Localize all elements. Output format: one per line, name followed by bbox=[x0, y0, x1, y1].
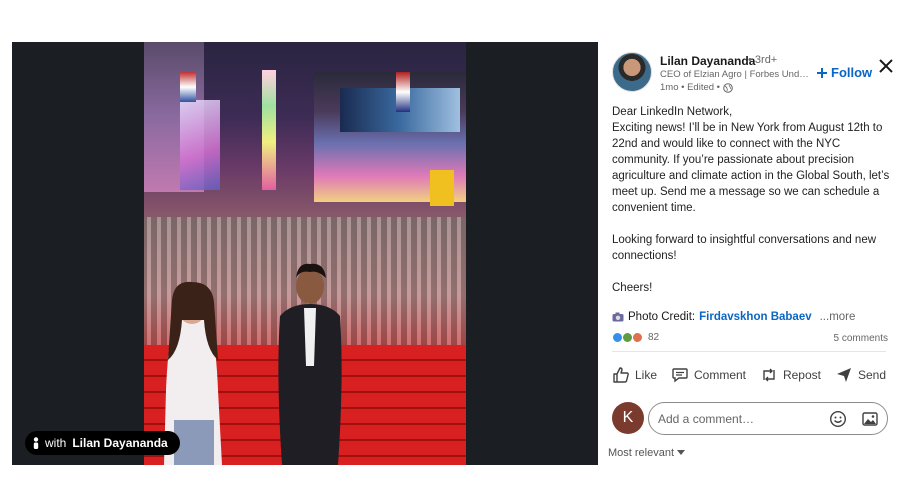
flag-left bbox=[180, 72, 196, 102]
sort-label: Most relevant bbox=[608, 447, 675, 459]
photo-credit: Photo Credit: Firdavskhon Babaev ...more bbox=[612, 311, 855, 323]
like-label: Like bbox=[635, 368, 658, 382]
comment-input[interactable]: Add a comment… bbox=[648, 402, 888, 435]
credit-name-link[interactable]: Firdavskhon Babaev bbox=[699, 311, 811, 323]
comment-icon bbox=[672, 368, 688, 383]
close-icon[interactable] bbox=[876, 56, 896, 76]
comments-count-link[interactable]: 5 comments bbox=[834, 333, 888, 344]
post-paragraph-1: Dear LinkedIn Network, Exciting news! I’… bbox=[612, 106, 890, 214]
reactions-summary[interactable]: 82 bbox=[612, 332, 659, 343]
thumbs-up-icon bbox=[613, 367, 629, 383]
billboard-yellow bbox=[430, 170, 454, 206]
comment-placeholder: Add a comment… bbox=[658, 411, 755, 426]
send-button[interactable]: Send bbox=[831, 362, 890, 388]
billboard-left-screen bbox=[180, 100, 220, 190]
person-man bbox=[278, 263, 342, 465]
tagged-people-badge[interactable]: with Lilan Dayananda bbox=[25, 431, 180, 455]
billboard-tower bbox=[262, 70, 276, 190]
emoji-icon[interactable] bbox=[829, 410, 847, 428]
like-button[interactable]: Like bbox=[608, 362, 661, 388]
connection-degree: • 3rd+ bbox=[748, 54, 778, 66]
author-name[interactable]: Lilan Dayananda bbox=[660, 54, 755, 68]
send-label: Send bbox=[857, 368, 886, 382]
media-viewer: with Lilan Dayananda bbox=[12, 42, 598, 465]
author-headline: CEO of Elzian Agro | Forbes Under 30 bbox=[660, 69, 810, 80]
tag-prefix: with bbox=[45, 436, 67, 450]
author-avatar[interactable] bbox=[612, 52, 652, 92]
post-photo[interactable] bbox=[144, 42, 466, 465]
plus-icon bbox=[817, 67, 827, 78]
action-bar: Like Comment Repost Send bbox=[608, 362, 898, 388]
flag-right bbox=[396, 72, 410, 112]
divider bbox=[612, 351, 886, 352]
see-more-link[interactable]: ...more bbox=[820, 311, 856, 323]
follow-label: Follow bbox=[831, 65, 873, 80]
credit-label: Photo Credit: bbox=[628, 311, 696, 323]
post-text: Dear LinkedIn Network, Exciting news! I’… bbox=[612, 104, 892, 312]
image-icon[interactable] bbox=[861, 410, 879, 428]
post-time: 1mo • Edited • bbox=[660, 82, 720, 93]
repost-icon bbox=[763, 368, 775, 382]
current-user-avatar: K bbox=[612, 402, 644, 434]
person-icon bbox=[33, 437, 39, 449]
tag-name: Lilan Dayananda bbox=[72, 436, 168, 450]
comment-label: Comment bbox=[693, 368, 746, 382]
sort-dropdown[interactable]: Most relevant bbox=[608, 447, 686, 459]
post-paragraph-2: Looking forward to insightful conversati… bbox=[612, 234, 877, 262]
reaction-count: 82 bbox=[648, 332, 660, 343]
post-panel: Lilan Dayananda • 3rd+ CEO of Elzian Agr… bbox=[608, 42, 900, 503]
camera-icon bbox=[612, 312, 624, 322]
post-meta: 1mo • Edited • bbox=[660, 82, 733, 93]
post-paragraph-3: Cheers! bbox=[612, 282, 653, 294]
globe-icon bbox=[723, 82, 733, 93]
comment-input-icons bbox=[829, 410, 879, 428]
comment-button[interactable]: Comment bbox=[667, 362, 750, 388]
caret-down-icon bbox=[677, 450, 686, 455]
repost-button[interactable]: Repost bbox=[756, 362, 825, 388]
repost-label: Repost bbox=[782, 368, 821, 382]
send-icon bbox=[836, 368, 851, 382]
follow-button[interactable]: Follow bbox=[816, 65, 872, 80]
love-reaction-icon bbox=[632, 332, 643, 343]
